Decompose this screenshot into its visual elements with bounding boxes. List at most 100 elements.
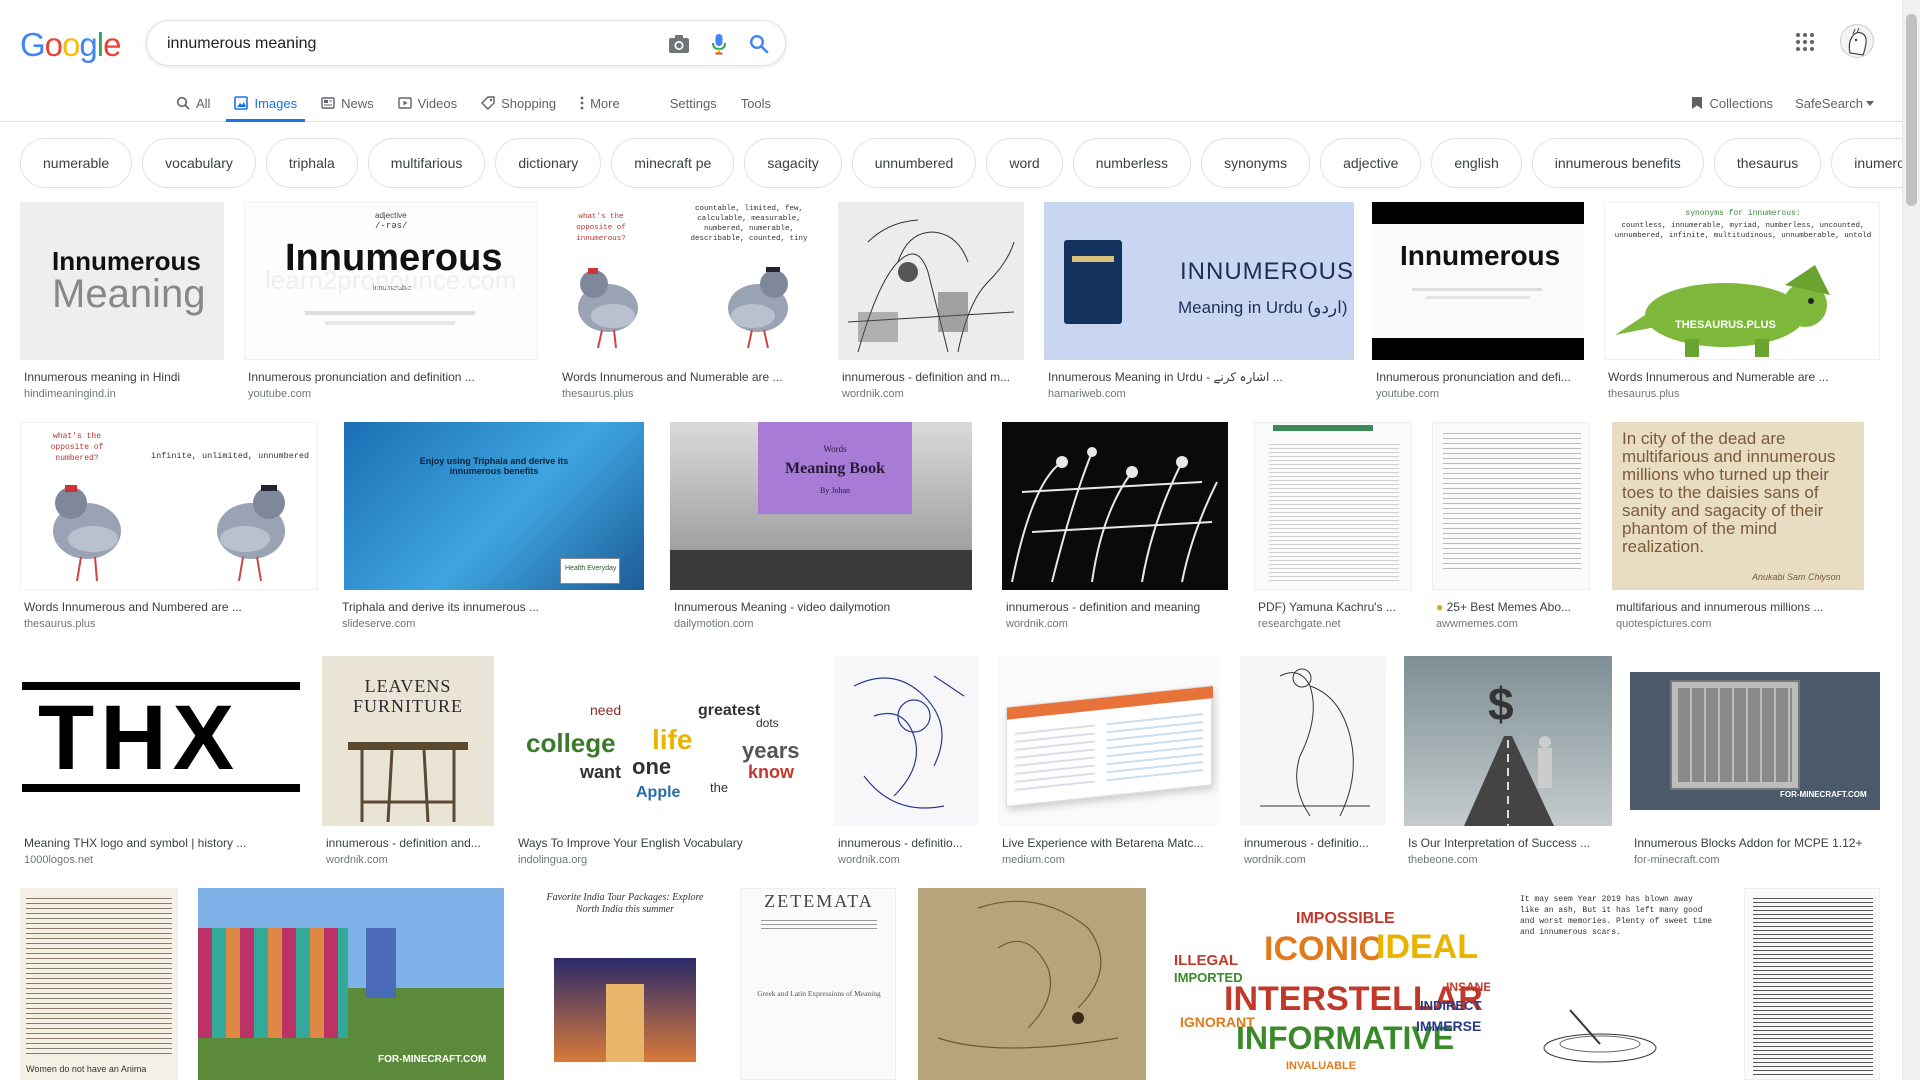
result-card[interactable]: Innumerous Meaning Innumerous meaning in… — [20, 202, 224, 402]
result-thumbnail[interactable]: Innumerous — [1372, 202, 1584, 360]
apps-grid-icon[interactable] — [1795, 32, 1819, 56]
result-thumbnail[interactable]: INNUMEROUS Meaning in Urdu (اردو) — [1044, 202, 1354, 360]
result-thumbnail[interactable]: THX — [20, 656, 302, 826]
result-thumbnail[interactable]: ZETEMATA Greek and Latin Expressions of … — [740, 888, 896, 1080]
result-card[interactable]: FOR-MINECRAFT.COM Innumerous Blocks Addo… — [1630, 656, 1882, 866]
stone-engraving — [918, 888, 1146, 1080]
result-thumbnail[interactable] — [998, 656, 1220, 826]
mic-icon[interactable] — [707, 32, 731, 56]
result-card[interactable]: Enjoy using Triphala and derive its innu… — [338, 422, 650, 630]
result-thumbnail[interactable]: LEAVENS FURNITURE — [322, 656, 494, 826]
tab-more[interactable]: More — [570, 88, 630, 122]
result-thumbnail[interactable] — [838, 202, 1024, 360]
settings-link[interactable]: Settings — [660, 88, 727, 122]
result-card[interactable]: innumerous - definitio... wordnik.com — [1240, 656, 1388, 866]
scroll-thumb[interactable] — [1906, 14, 1917, 206]
result-card[interactable]: what's the opposite of innumerous? count… — [558, 202, 818, 402]
result-card[interactable]: ● 25+ Best Memes Abo... awwmemes.com — [1432, 422, 1590, 630]
collections-button[interactable]: Collections — [1691, 96, 1773, 111]
result-card[interactable]: In city of the dead are multifarious and… — [1612, 422, 1882, 630]
result-card[interactable]: ICONIC IDEAL INTERSTELLAR INFORMATIVE IM… — [1166, 888, 1492, 1080]
tab-images[interactable]: Images — [224, 88, 307, 122]
result-thumbnail[interactable]: what's the opposite of numbered? infinit… — [20, 422, 318, 590]
chip-english[interactable]: english — [1431, 138, 1522, 188]
chip-adjective[interactable]: adjective — [1320, 138, 1422, 188]
result-card[interactable]: innumerous - definition and m... wordnik… — [838, 202, 1024, 402]
result-thumbnail[interactable]: Innumerous Meaning — [20, 202, 224, 360]
result-thumbnail[interactable]: FOR-MINECRAFT.COM — [1630, 656, 1880, 826]
result-thumbnail[interactable]: college life want one years know Apple d… — [514, 656, 816, 826]
cloud-word: know — [748, 762, 795, 782]
result-card[interactable]: LEAVENS FURNITURE innumerous - definitio… — [322, 656, 498, 866]
result-thumbnail[interactable] — [1254, 422, 1412, 590]
chip-numerable[interactable]: numerable — [20, 138, 133, 188]
result-thumbnail[interactable]: Enjoy using Triphala and derive its innu… — [344, 422, 644, 590]
result-card[interactable]: innumerous - definition and meaning word… — [1002, 422, 1228, 630]
result-card[interactable]: adjective /-rəs/ Innumerous innumerable … — [244, 202, 538, 402]
result-card[interactable]: college life want one years know Apple d… — [514, 656, 818, 866]
result-thumbnail[interactable]: $ — [1404, 656, 1612, 826]
result-thumbnail[interactable]: Women do not have an Anima — [20, 888, 178, 1080]
result-thumbnail[interactable] — [834, 656, 978, 826]
chip-sagacity[interactable]: sagacity — [744, 138, 842, 188]
result-thumbnail[interactable] — [918, 888, 1146, 1080]
chip-synonyms[interactable]: synonyms — [1201, 138, 1311, 188]
result-card[interactable] — [1744, 888, 1882, 1080]
result-card[interactable]: ZETEMATA Greek and Latin Expressions of … — [740, 888, 898, 1080]
chip-thesaurus[interactable]: thesaurus — [1713, 138, 1822, 188]
chip-vocabulary[interactable]: vocabulary — [142, 138, 256, 188]
google-logo[interactable]: Google — [20, 26, 121, 64]
result-card[interactable]: what's the opposite of numbered? infinit… — [20, 422, 318, 630]
result-card[interactable]: Women do not have an Anima — [20, 888, 180, 1080]
scrollbar[interactable] — [1902, 0, 1920, 1080]
result-thumbnail[interactable]: synonyms for innumerous: countless, innu… — [1604, 202, 1880, 360]
result-thumbnail[interactable]: ICONIC IDEAL INTERSTELLAR INFORMATIVE IM… — [1166, 888, 1490, 1080]
chip-minecraft-pe[interactable]: minecraft pe — [611, 138, 735, 188]
result-thumbnail[interactable]: Favorite India Tour Packages: Explore No… — [528, 888, 722, 1080]
result-card[interactable]: Live Experience with Betarena Matc... me… — [998, 656, 1222, 866]
tab-shopping[interactable]: Shopping — [471, 88, 566, 122]
result-thumbnail[interactable] — [1240, 656, 1386, 826]
chip-numberless[interactable]: numberless — [1072, 138, 1192, 188]
result-thumbnail[interactable]: It may seem Year 2019 has blown away lik… — [1510, 888, 1724, 1080]
avatar[interactable] — [1840, 24, 1874, 58]
result-card[interactable]: synonyms for innumerous: countless, innu… — [1604, 202, 1880, 402]
cloud-word: years — [742, 738, 800, 763]
chip-multifarious[interactable]: multifarious — [367, 138, 486, 188]
chip-triphala[interactable]: triphala — [265, 138, 358, 188]
result-card[interactable]: It may seem Year 2019 has blown away lik… — [1510, 888, 1726, 1080]
result-source: thesaurus.plus — [562, 388, 634, 400]
result-thumbnail[interactable]: In city of the dead are multifarious and… — [1612, 422, 1864, 590]
result-thumbnail[interactable]: Words Meaning Book By Johan — [670, 422, 972, 590]
result-thumbnail[interactable]: adjective /-rəs/ Innumerous innumerable … — [244, 202, 538, 360]
result-card[interactable]: Innumerous Innumerous pronunciation and … — [1372, 202, 1584, 402]
chip-dictionary[interactable]: dictionary — [495, 138, 602, 188]
result-card[interactable] — [918, 888, 1148, 1080]
camera-icon[interactable] — [667, 32, 691, 56]
tab-all[interactable]: All — [166, 88, 220, 122]
thumb-text: Favorite India Tour Packages: Explore No… — [546, 892, 704, 915]
result-card[interactable]: innumerous - definitio... wordnik.com — [834, 656, 980, 866]
result-card[interactable]: INNUMEROUS Meaning in Urdu (اردو) Innume… — [1044, 202, 1354, 402]
thumb-text: By Johan — [820, 486, 850, 495]
result-thumbnail[interactable]: FOR-MINECRAFT.COM — [198, 888, 504, 1080]
result-thumbnail[interactable]: what's the opposite of innumerous? count… — [558, 202, 818, 360]
search-icon[interactable] — [747, 32, 771, 56]
search-input[interactable] — [167, 33, 647, 55]
result-thumbnail[interactable] — [1002, 422, 1228, 590]
result-thumbnail[interactable] — [1432, 422, 1590, 590]
result-card[interactable]: PDF) Yamuna Kachru's ... researchgate.ne… — [1254, 422, 1412, 630]
safesearch-button[interactable]: SafeSearch — [1795, 96, 1874, 111]
chip-word[interactable]: word — [986, 138, 1063, 188]
tab-news[interactable]: News — [311, 88, 384, 122]
chip-innumerous-benefits[interactable]: innumerous benefits — [1531, 138, 1704, 188]
result-card[interactable]: Words Meaning Book By Johan Innumerous M… — [670, 422, 982, 630]
chip-unnumbered[interactable]: unnumbered — [851, 138, 977, 188]
result-card[interactable]: $ Is Our Interpretation of Success ... t… — [1404, 656, 1614, 866]
tab-videos[interactable]: Videos — [388, 88, 468, 122]
result-thumbnail[interactable] — [1744, 888, 1880, 1080]
result-card[interactable]: Favorite India Tour Packages: Explore No… — [528, 888, 724, 1080]
result-card[interactable]: THX Meaning THX logo and symbol | histor… — [20, 656, 304, 866]
result-card[interactable]: FOR-MINECRAFT.COM — [198, 888, 506, 1080]
tools-link[interactable]: Tools — [731, 88, 781, 122]
